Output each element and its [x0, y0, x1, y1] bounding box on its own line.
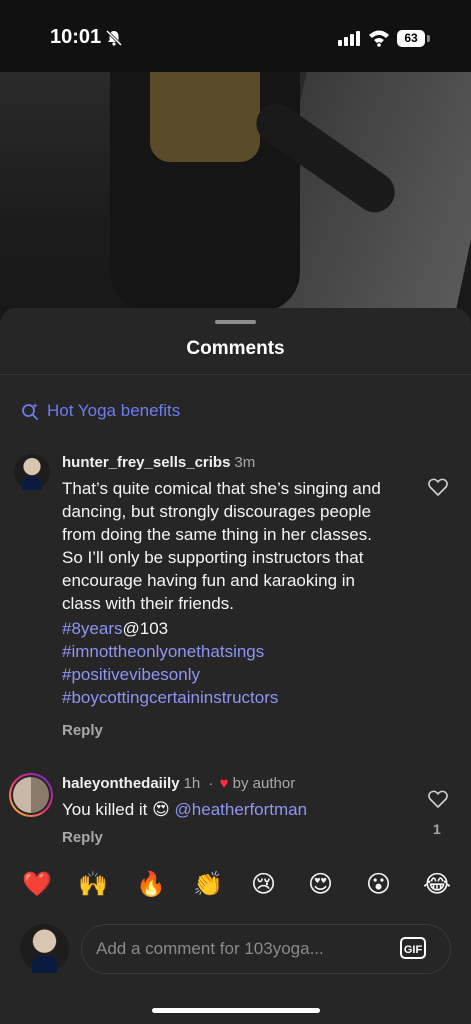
comment-input[interactable] [81, 924, 451, 974]
mention-text: @103 [122, 619, 169, 638]
sheet-title: Comments [186, 338, 285, 359]
cellular-signal-icon [338, 31, 360, 46]
hashtag-link[interactable]: #imnottheonlyonethatsings [62, 640, 392, 663]
hashtag-link[interactable]: #8years [62, 619, 122, 638]
home-indicator [152, 1008, 320, 1013]
battery-icon: 63 [397, 30, 431, 47]
search-suggestion-link[interactable]: Hot Yoga benefits [21, 400, 180, 422]
emoji-surprised-button[interactable]: 😮 [366, 870, 391, 899]
comment-username[interactable]: haleyonthedaiily [62, 775, 180, 792]
comment-text: That’s quite comical that she’s singing … [62, 479, 381, 613]
battery-level: 63 [397, 30, 425, 47]
hashtag-link[interactable]: #positivevibesonly [62, 663, 392, 686]
emoji-clap-button[interactable]: 👏 [193, 870, 223, 899]
emoji-laughing-button[interactable]: 😂 [423, 870, 451, 899]
status-bar: 10:01 63 [0, 0, 471, 72]
current-user-avatar [20, 924, 69, 973]
comment-header: haleyonthedaiily 1h · ♥ by author [62, 775, 295, 792]
emoji-reaction-bar: ❤️ 🙌 🔥 👏 😢 😍 😮 😂 [0, 858, 471, 918]
like-heart-icon[interactable] [428, 478, 448, 496]
emoji-crying-button[interactable]: 😢 [251, 870, 276, 899]
like-heart-icon[interactable] [428, 790, 448, 808]
avatar[interactable] [14, 454, 50, 490]
mention-link[interactable]: @heatherfortman [175, 800, 308, 819]
gif-button[interactable]: GIF [400, 937, 426, 959]
comment-body: You killed it 😍 @heatherfortman [62, 798, 392, 821]
avatar-story-ring[interactable] [9, 773, 53, 817]
separator-dot: · [208, 775, 214, 792]
divider [0, 374, 471, 375]
comment-time: 3m [234, 454, 256, 471]
emoji-heart-eyes-button[interactable]: 😍 [308, 870, 333, 899]
comment-header: hunter_frey_sells_cribs 3m [62, 454, 255, 471]
search-sparkle-icon [22, 403, 38, 420]
search-suggestion-label: Hot Yoga benefits [47, 401, 181, 420]
comment-text: You killed it 😍 [62, 800, 175, 819]
reply-button[interactable]: Reply [62, 722, 103, 739]
like-count: 1 [433, 821, 441, 837]
wifi-icon [369, 30, 389, 47]
emoji-raised-hands-button[interactable]: 🙌 [78, 870, 108, 899]
comment-time: 1h [183, 775, 201, 792]
emoji-heart-button[interactable]: ❤️ [22, 870, 52, 899]
video-preview[interactable] [0, 72, 471, 322]
reply-button[interactable]: Reply [62, 829, 103, 846]
bell-muted-icon [105, 29, 123, 47]
emoji-fire-button[interactable]: 🔥 [136, 870, 166, 899]
status-time: 10:01 [50, 26, 102, 48]
sheet-drag-handle[interactable] [215, 320, 256, 324]
author-like-heart-icon: ♥ [219, 775, 229, 792]
comment-username[interactable]: hunter_frey_sells_cribs [62, 454, 230, 471]
liked-by-author-label: by author [232, 775, 296, 792]
comment-body: That’s quite comical that she’s singing … [62, 477, 392, 709]
hashtag-link[interactable]: #boycottingcertaininstructors [62, 686, 392, 709]
